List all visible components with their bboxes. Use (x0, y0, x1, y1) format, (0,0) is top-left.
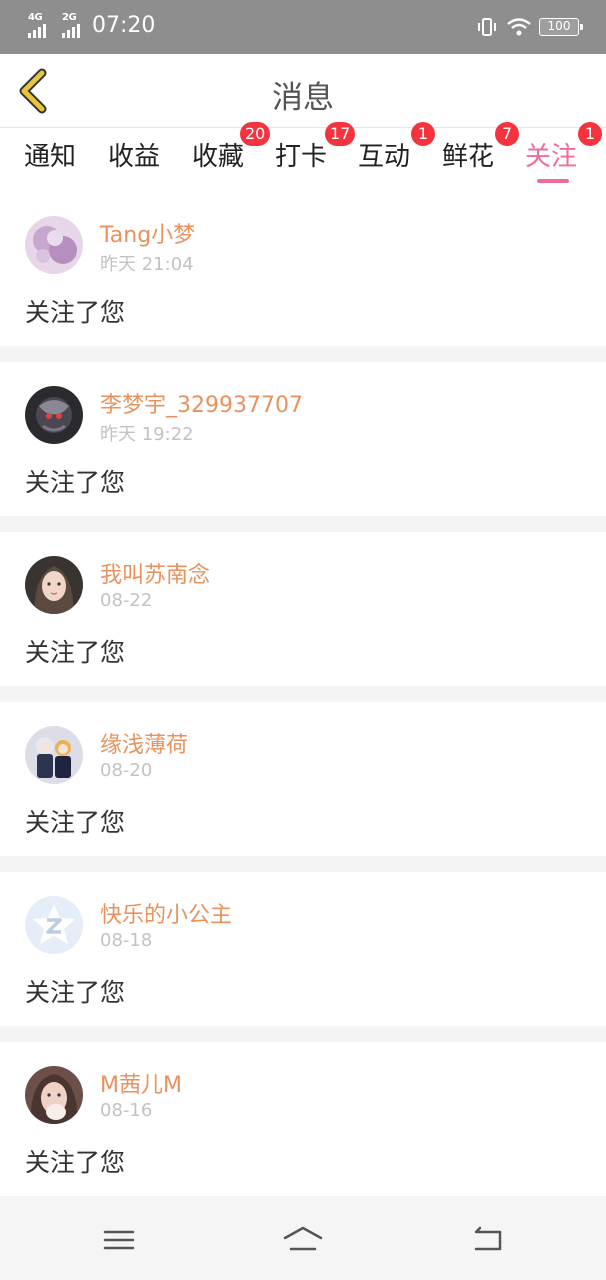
timestamp: 08-22 (100, 590, 153, 611)
tab-label: 收益 (108, 142, 161, 172)
timestamp: 昨天 19:22 (100, 424, 194, 445)
message-text: 关注了您 (25, 638, 126, 667)
network-type-1: 4G (28, 12, 43, 23)
signal-4g-icon: 4G (28, 12, 46, 38)
avatar[interactable] (25, 556, 83, 614)
avatar[interactable] (25, 1066, 83, 1124)
username[interactable]: 我叫苏南念 (100, 557, 210, 589)
tab-earnings[interactable]: 收益 (108, 136, 160, 173)
tab-follows[interactable]: 关注 1 (525, 122, 602, 173)
username[interactable]: 快乐的小公主 (100, 897, 232, 929)
list-item[interactable]: 我叫苏南念 08-22 关注了您 (0, 532, 606, 686)
message-text: 关注了您 (25, 978, 126, 1007)
clock: 07:20 (92, 13, 156, 38)
menu-icon[interactable] (99, 1222, 139, 1258)
network-type-2: 2G (62, 12, 77, 23)
tab-flowers[interactable]: 鲜花 7 (442, 122, 519, 173)
timestamp: 08-16 (100, 1100, 153, 1121)
badge-count: 1 (411, 122, 435, 146)
message-text: 关注了您 (25, 808, 126, 837)
username[interactable]: Tang小梦 (100, 217, 195, 249)
tab-interactions[interactable]: 互动 1 (358, 122, 435, 173)
wifi-icon (507, 18, 531, 36)
status-bar: 4G 2G 07:20 100 (0, 0, 606, 54)
badge-count: 7 (495, 122, 519, 146)
header: 消息 (0, 54, 606, 128)
vibrate-icon (478, 18, 496, 36)
timestamp: 08-20 (100, 760, 153, 781)
tab-label: 通知 (24, 142, 77, 172)
username[interactable]: M茜儿M (100, 1067, 182, 1099)
message-text: 关注了您 (25, 468, 126, 497)
active-tab-indicator (537, 179, 569, 183)
list-item[interactable]: Tang小梦 昨天 21:04 关注了您 (0, 192, 606, 346)
home-icon[interactable] (283, 1222, 323, 1258)
tab-favorites[interactable]: 收藏 20 (192, 122, 271, 173)
list-item[interactable]: 缘浅薄荷 08-20 关注了您 (0, 702, 606, 856)
battery-icon: 100 (539, 18, 583, 36)
badge-count: 17 (325, 122, 356, 146)
signal-2g-icon: 2G (62, 12, 80, 38)
tab-notifications[interactable]: 通知 (24, 136, 76, 173)
tab-label: 关注 (525, 142, 578, 172)
page-title: 消息 (272, 80, 334, 116)
timestamp: 08-18 (100, 930, 153, 951)
back-icon[interactable] (468, 1222, 508, 1258)
system-nav-bar (0, 1196, 606, 1280)
badge-count: 20 (240, 122, 271, 146)
username[interactable]: 李梦宇_329937707 (100, 387, 303, 419)
tab-label: 鲜花 (442, 142, 495, 172)
list-item[interactable]: M茜儿M 08-16 关注了您 (0, 1042, 606, 1196)
tab-label: 打卡 (275, 142, 328, 172)
avatar[interactable] (25, 216, 83, 274)
list-item[interactable]: 快乐的小公主 08-18 关注了您 (0, 872, 606, 1026)
tab-label: 互动 (358, 142, 411, 172)
list-item[interactable]: 李梦宇_329937707 昨天 19:22 关注了您 (0, 362, 606, 516)
tab-checkin[interactable]: 打卡 17 (275, 122, 356, 173)
message-text: 关注了您 (25, 298, 126, 327)
message-text: 关注了您 (25, 1148, 126, 1177)
avatar[interactable] (25, 726, 83, 784)
username[interactable]: 缘浅薄荷 (100, 727, 188, 759)
timestamp: 昨天 21:04 (100, 254, 194, 275)
tab-bar: 通知 收益 收藏 20 打卡 17 互动 1 鲜花 7 关注 1 (0, 122, 606, 192)
tab-label: 收藏 (192, 142, 245, 172)
avatar[interactable] (25, 386, 83, 444)
avatar[interactable] (25, 896, 83, 954)
badge-count: 1 (578, 122, 602, 146)
